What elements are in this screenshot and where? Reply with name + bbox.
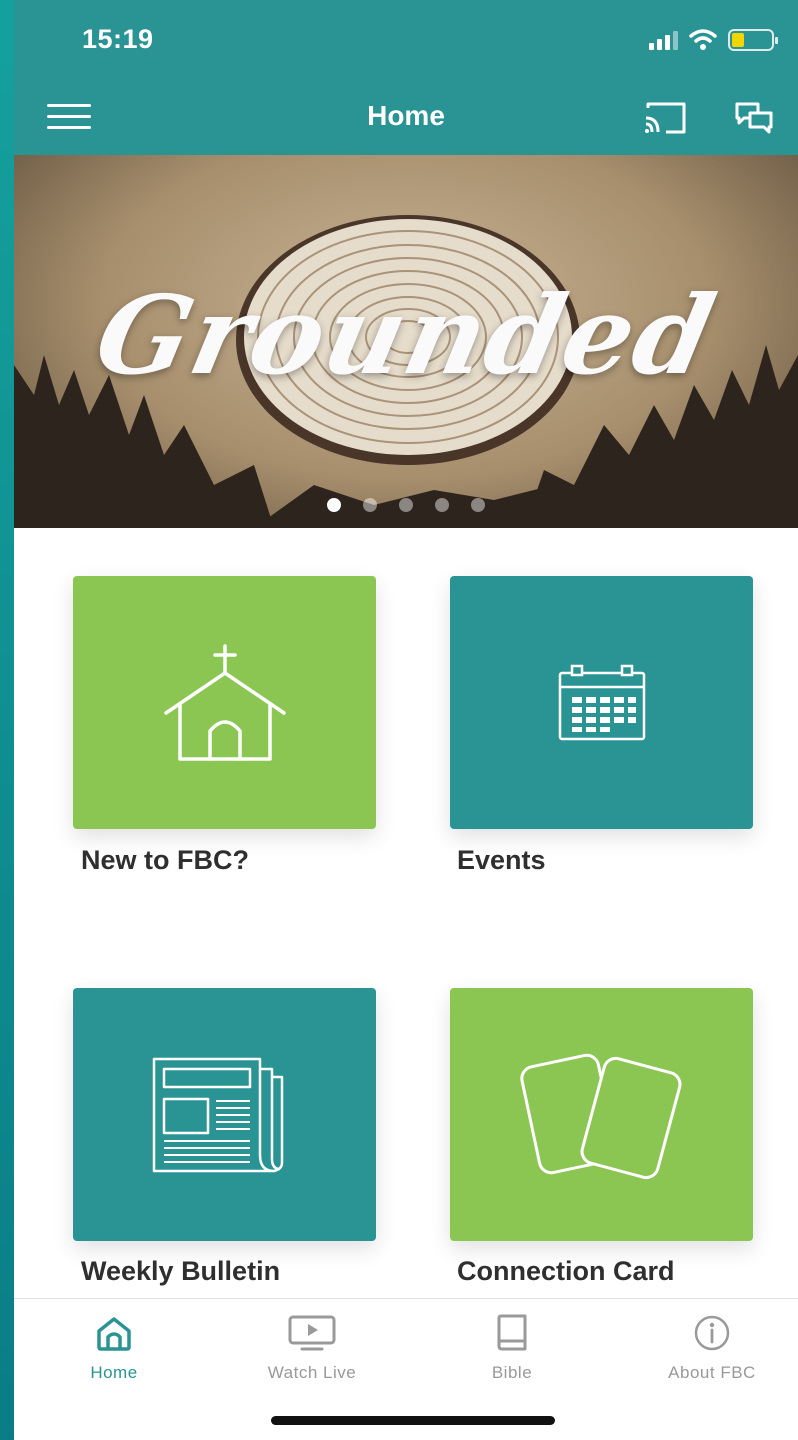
carousel-dot[interactable] (435, 498, 449, 512)
cast-icon[interactable] (642, 100, 688, 136)
tab-about-fbc[interactable]: About FBC (632, 1313, 792, 1383)
tv-play-icon (288, 1315, 336, 1351)
left-edge-strip (0, 0, 14, 1440)
carousel-dots (14, 498, 798, 512)
battery-icon (728, 29, 778, 51)
events-tile[interactable] (450, 576, 753, 829)
sermon-banner[interactable]: Grounded (14, 155, 798, 528)
carousel-dot[interactable] (327, 498, 341, 512)
wifi-icon (689, 29, 717, 50)
cards-icon (519, 1053, 681, 1179)
calendar-icon (558, 664, 645, 740)
connection-card-tile[interactable] (450, 988, 753, 1241)
chat-icon[interactable] (734, 100, 774, 136)
info-icon (694, 1315, 730, 1351)
carousel-dot[interactable] (471, 498, 485, 512)
carousel-dot[interactable] (363, 498, 377, 512)
events-label[interactable]: Events (457, 845, 546, 876)
home-icon (97, 1317, 131, 1351)
connection-card-label[interactable]: Connection Card (457, 1256, 675, 1287)
tab-home[interactable]: Home (34, 1313, 194, 1383)
app-screen: 15:19 Home Grounded New to FBC? Events W… (14, 0, 798, 1440)
newspaper-icon (152, 1057, 283, 1172)
tab-home-label: Home (90, 1363, 138, 1382)
church-icon (163, 643, 286, 761)
banner-title: Grounded (85, 273, 727, 399)
status-time: 15:19 (82, 24, 154, 54)
new-to-fbc-label[interactable]: New to FBC? (81, 845, 249, 876)
weekly-bulletin-tile[interactable] (73, 988, 376, 1241)
signal-icon (649, 30, 678, 50)
home-indicator (271, 1416, 555, 1425)
carousel-dot[interactable] (399, 498, 413, 512)
tab-about-fbc-label: About FBC (668, 1363, 756, 1382)
tab-watch-live[interactable]: Watch Live (232, 1313, 392, 1383)
tab-watch-live-label: Watch Live (267, 1363, 357, 1382)
top-bar: 15:19 Home (14, 0, 798, 155)
tab-bible[interactable]: Bible (432, 1313, 592, 1383)
new-to-fbc-tile[interactable] (73, 576, 376, 829)
weekly-bulletin-label[interactable]: Weekly Bulletin (81, 1256, 280, 1287)
book-icon (497, 1314, 527, 1351)
status-icons (649, 28, 778, 52)
tab-bible-label: Bible (491, 1363, 533, 1382)
